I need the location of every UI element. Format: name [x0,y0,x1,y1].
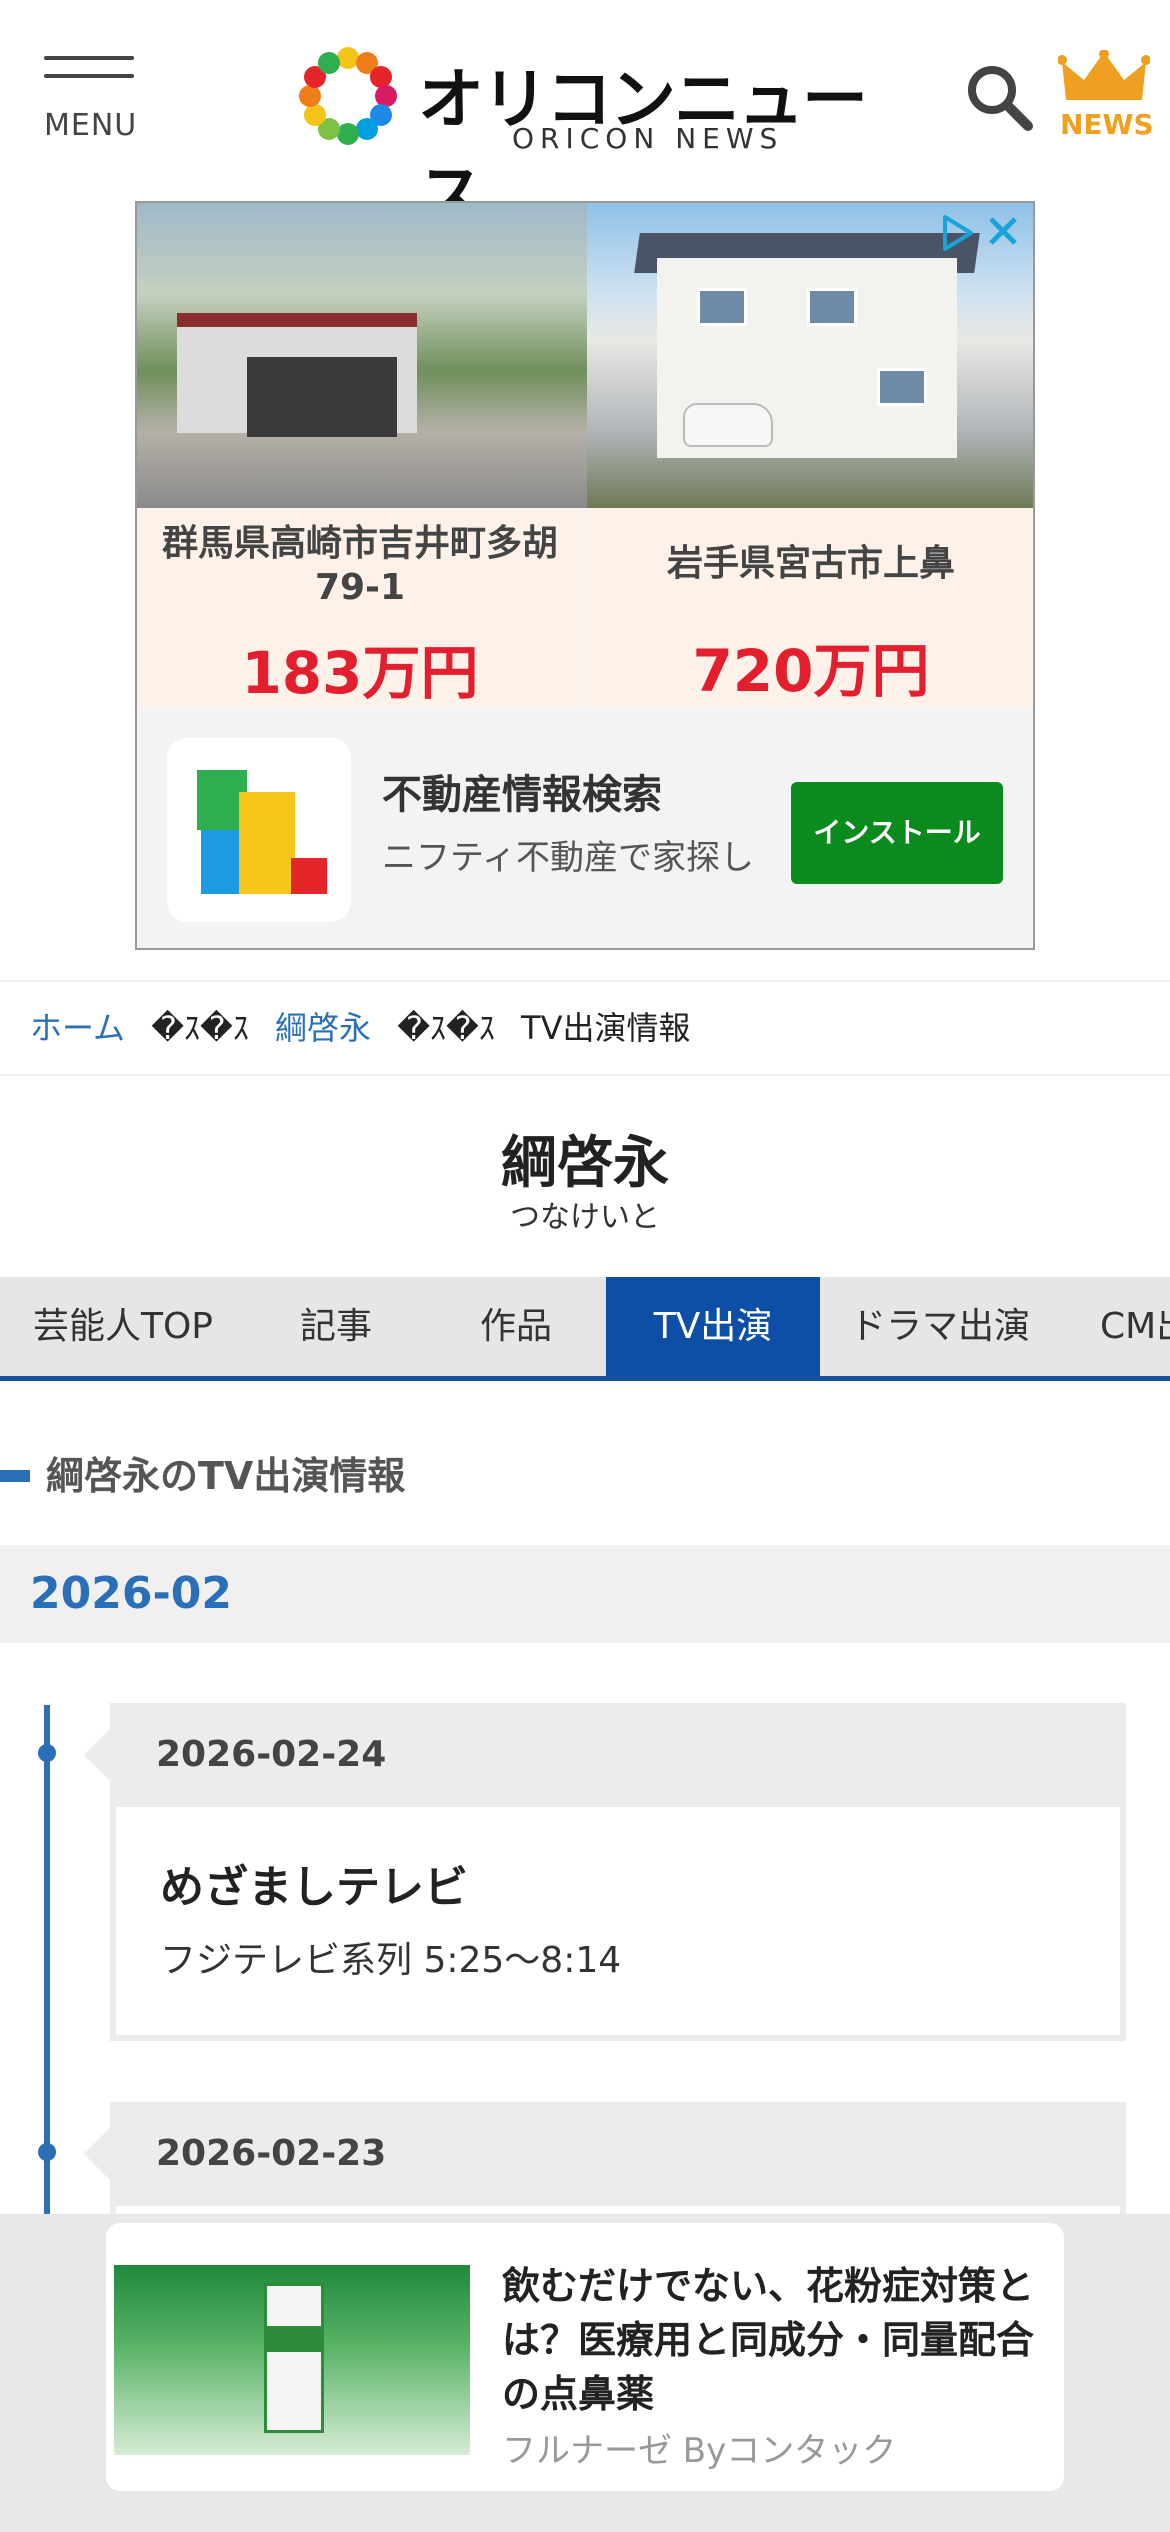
program-title: めざましテレビ [160,1862,468,1913]
entry-date-header: 2026-02-24 [84,1703,1126,1807]
tab-drama[interactable]: ドラマ出演 [820,1277,1060,1376]
adchoices-icon[interactable] [937,213,977,253]
profile-tabs: 芸能人TOP 記事 作品 TV出演 ドラマ出演 CM出演 [0,1277,1170,1381]
ad-app-banner[interactable]: 不動産情報検索 ニフティ不動産で家探し インストール [137,710,1033,948]
house-window [807,288,857,326]
entry-date-arrow [84,1729,110,1781]
breadcrumb-separator: �ｽ�ｽ [151,1009,249,1047]
breadcrumb: ホーム �ｽ�ｽ 綱啓永 �ｽ�ｽ TV出演情報 [0,980,1170,1076]
menu-button[interactable]: MENU [44,56,136,146]
ad-product-image[interactable] [114,2265,470,2455]
real-estate-ad[interactable]: 群馬県高崎市吉井町多胡79-1 183万円 岩手県宮古市上鼻 720万円 不動産… [135,201,1035,950]
ad-listing-right[interactable]: 岩手県宮古市上鼻 720万円 [587,508,1033,708]
section-heading: 綱啓永のTV出演情報 [46,1454,406,1498]
ad-headline[interactable]: 飲むだけでない、花粉症対策とは？医療用と同成分・同量配合の点鼻薬 [502,2259,1042,2421]
tab-articles[interactable]: 記事 [246,1277,426,1376]
breadcrumb-current: TV出演情報 [521,1009,691,1047]
ad-sponsor: フルナーゼ Byコンタック [502,2431,897,2471]
month-heading: 2026-02 [0,1545,1170,1643]
entry-date-header: 2026-02-23 [84,2102,1126,2206]
ranking-news-button[interactable]: NEWS [1058,50,1154,146]
tab-cm[interactable]: CM出演 [1060,1277,1170,1376]
ad-app-description: ニフティ不動産で家探し [382,838,754,878]
building-blue [201,824,239,894]
logo-subtitle: ORICON NEWS [512,122,784,155]
search-button[interactable] [964,62,1034,132]
hamburger-icon [44,56,134,60]
ad-location: 岩手県宮古市上鼻 [666,543,955,584]
entry-date: 2026-02-24 [156,1734,387,1775]
site-header: MENU オリコンニュース ORICON NEWS NEWS [0,0,1170,234]
breadcrumb-home-link[interactable]: ホーム [30,1009,125,1047]
house-window [877,368,927,406]
timeline-dot [38,1744,56,1762]
oricon-flower-icon [299,47,397,145]
search-icon [968,66,1033,131]
close-icon[interactable] [983,211,1023,251]
sticky-ad-card[interactable]: 飲むだけでない、花粉症対策とは？医療用と同成分・同量配合の点鼻薬 フルナーゼ B… [106,2223,1064,2491]
timeline-line [44,1705,50,2215]
celebrity-name: 綱啓永 [501,1131,669,1196]
ad-price: 183万円 [241,639,479,707]
tab-tv[interactable]: TV出演 [606,1277,820,1376]
tv-appearance-card[interactable]: めざましテレビ フジテレビ系列 5:25〜8:14 [110,1801,1126,2041]
news-label: NEWS [1060,108,1154,141]
breadcrumb-person-link[interactable]: 綱啓永 [275,1009,371,1047]
entry-date: 2026-02-23 [156,2133,387,2174]
menu-label: MENU [44,108,138,143]
ad-listing-left[interactable]: 群馬県高崎市吉井町多胡79-1 183万円 [137,508,583,708]
house-red [291,858,327,894]
timeline-dot [38,2143,56,2161]
breadcrumb-separator: �ｽ�ｽ [397,1009,495,1047]
install-button[interactable]: インストール [791,782,1003,884]
program-broadcast-info: フジテレビ系列 5:25〜8:14 [160,1940,622,1981]
nasal-spray-box [264,2283,324,2433]
entry-date-arrow [84,2128,110,2180]
building-icon [167,738,351,922]
nasal-spray-band [267,2326,321,2352]
celebrity-kana: つなけいと [510,1200,660,1235]
tab-works[interactable]: 作品 [426,1277,606,1376]
ad-app-title: 不動産情報検索 [382,772,662,818]
ad-image-garage[interactable] [137,203,587,508]
hamburger-icon-bar [44,74,134,78]
ad-location: 群馬県高崎市吉井町多胡79-1 [161,523,558,608]
building-yellow [239,792,295,894]
house-window [697,288,747,326]
garage-door [247,357,397,437]
crown-icon [1058,50,1150,100]
ad-price: 720万円 [692,637,930,705]
site-logo[interactable]: オリコンニュース ORICON NEWS [296,42,880,234]
car-image [683,403,773,447]
garage-building [177,313,417,437]
tab-top[interactable]: 芸能人TOP [0,1277,246,1376]
